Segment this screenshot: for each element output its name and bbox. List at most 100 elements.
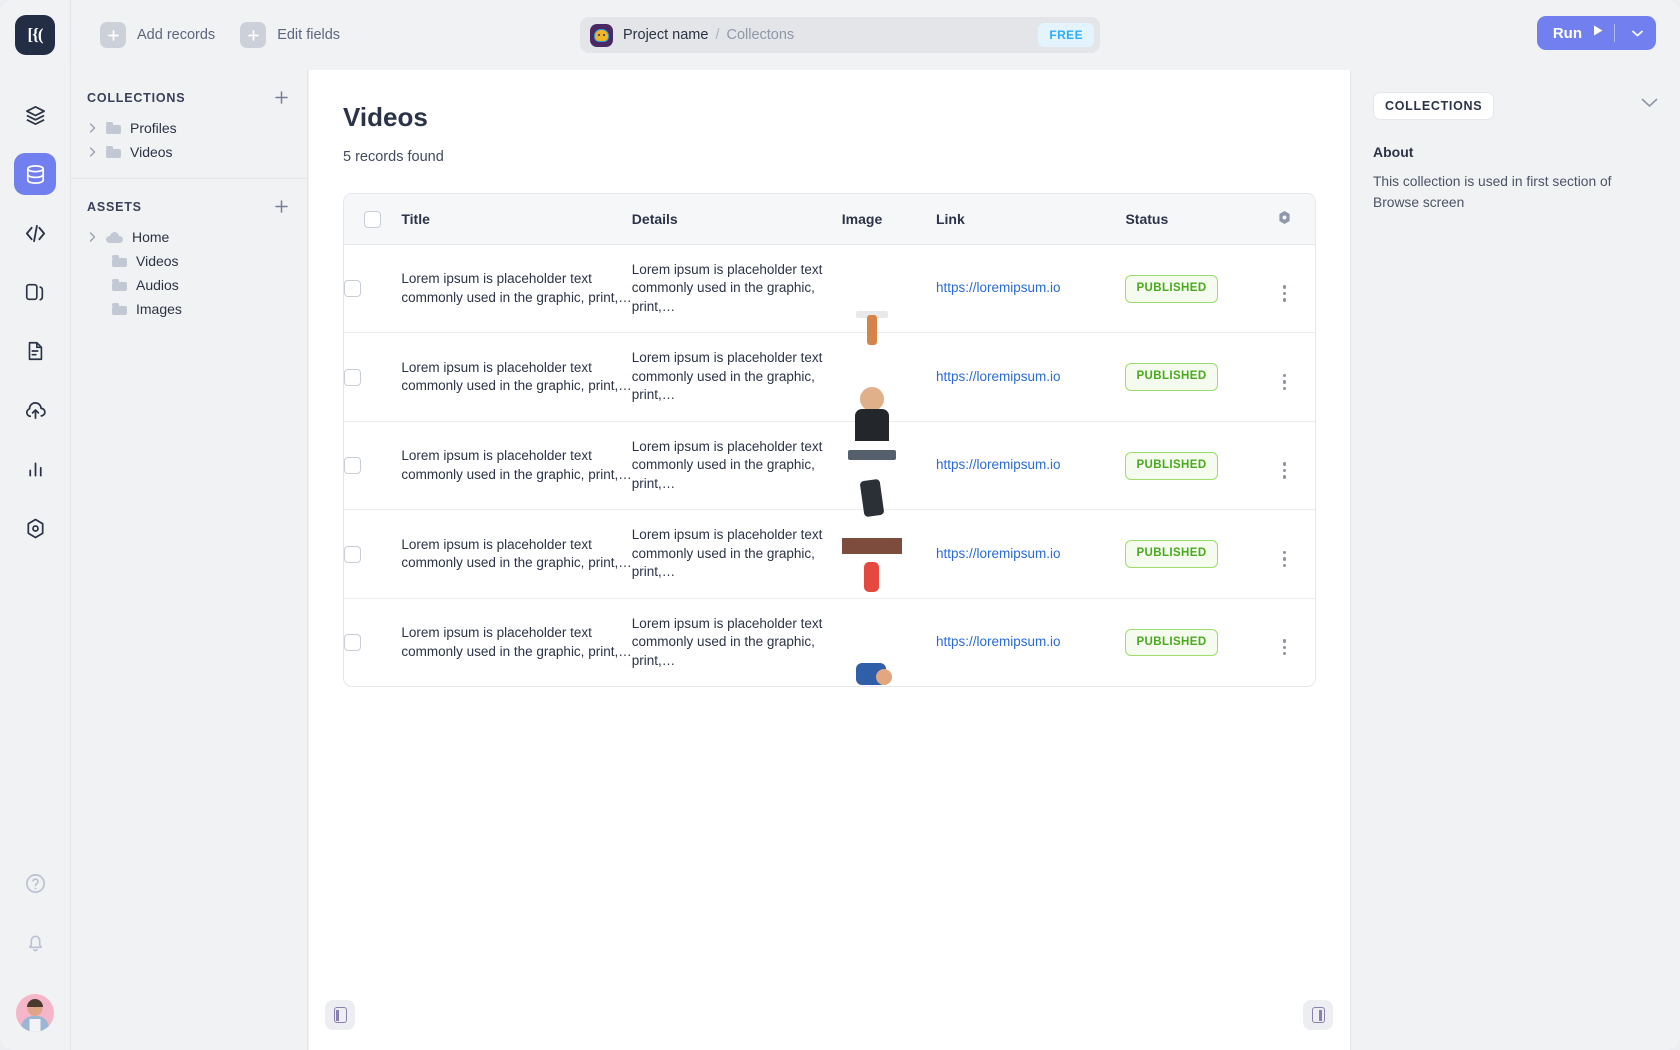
rail-item-cloud-upload-icon[interactable] [14, 389, 56, 431]
row-link[interactable]: https://loremipsum.io [936, 634, 1061, 649]
breadcrumb-project[interactable]: Project name [623, 27, 708, 43]
panel-left-icon [333, 1007, 347, 1023]
sidebar-item-videos[interactable]: Videos [71, 140, 307, 164]
rail-item-database-icon[interactable] [14, 153, 56, 195]
cell-actions [1253, 333, 1315, 422]
row-select-cell [344, 599, 401, 686]
rail-item-layers-icon[interactable] [14, 94, 56, 136]
cell-title: Lorem ipsum is placeholder text commonly… [401, 510, 632, 599]
app-logo[interactable]: [{( [0, 0, 70, 70]
settings-hex-icon[interactable] [1276, 209, 1293, 226]
sidebar-panel: COLLECTIONS Profiles Videos ASSETS Home … [70, 70, 308, 1050]
row-menu-kebab-icon[interactable] [1282, 285, 1286, 302]
row-menu-kebab-icon[interactable] [1282, 639, 1286, 656]
chevron-right-icon[interactable] [87, 147, 97, 157]
edit-fields-label: Edit fields [277, 27, 341, 43]
toggle-left-panel-button[interactable] [325, 1000, 355, 1030]
table-row[interactable]: Lorem ipsum is placeholder text commonly… [344, 599, 1315, 686]
edit-fields-button[interactable]: Edit fields [235, 17, 350, 53]
column-header-title[interactable]: Title [401, 194, 632, 245]
cell-details: Lorem ipsum is placeholder text commonly… [631, 615, 823, 668]
row-link[interactable]: https://loremipsum.io [936, 457, 1061, 472]
rail-item-code-icon[interactable] [14, 212, 56, 254]
row-checkbox[interactable] [344, 634, 361, 652]
row-checkbox[interactable] [344, 457, 361, 475]
user-avatar[interactable] [16, 994, 54, 1032]
column-header-details[interactable]: Details [631, 194, 842, 245]
folder-icon [112, 303, 127, 315]
row-checkbox[interactable] [344, 545, 361, 563]
column-header-image[interactable]: Image [841, 194, 936, 245]
sidebar-item-assets-images[interactable]: Images [71, 297, 307, 321]
row-select-cell [344, 245, 402, 334]
status-badge: PUBLISHED [1125, 451, 1218, 480]
assets-section: ASSETS Home Videos Audios Images [71, 178, 307, 335]
rail-item-bar-chart-icon[interactable] [14, 448, 56, 490]
plus-icon [100, 22, 126, 48]
row-menu-kebab-icon[interactable] [1282, 373, 1286, 391]
inspector-tag[interactable]: COLLECTIONS [1373, 92, 1495, 120]
sidebar-item-assets-videos[interactable]: Videos [71, 249, 307, 273]
status-badge: PUBLISHED [1125, 363, 1218, 392]
cell-status: PUBLISHED [1125, 245, 1254, 334]
cell-details: Lorem ipsum is placeholder text commonly… [631, 245, 842, 334]
cell-image [841, 245, 936, 345]
row-link[interactable]: https://loremipsum.io [936, 546, 1061, 561]
rail-item-document-icon[interactable] [14, 330, 56, 372]
select-all-checkbox[interactable] [364, 210, 381, 228]
row-checkbox[interactable] [344, 280, 361, 298]
cell-details: Lorem ipsum is placeholder text commonly… [631, 333, 842, 422]
status-badge: PUBLISHED [1125, 628, 1218, 657]
cell-actions [1254, 599, 1316, 686]
chevron-right-icon[interactable] [87, 123, 97, 133]
chevron-right-icon[interactable] [87, 232, 97, 242]
plus-icon [240, 22, 267, 48]
rail-item-help-circle-icon[interactable] [14, 862, 56, 904]
add-records-label: Add records [137, 27, 216, 43]
row-link[interactable]: https://loremipsum.io [936, 280, 1061, 295]
inspector-header: COLLECTIONS [1373, 92, 1658, 120]
cell-status: PUBLISHED [1125, 422, 1254, 511]
run-dropdown-chevron-down-icon[interactable] [1625, 30, 1650, 37]
run-button[interactable]: Run [1536, 16, 1656, 50]
column-settings-header [1253, 194, 1315, 245]
sidebar-item-home[interactable]: Home [71, 225, 307, 249]
cell-image [841, 333, 936, 442]
sidebar-item-profiles[interactable]: Profiles [71, 116, 307, 140]
column-header-status[interactable]: Status [1125, 194, 1254, 245]
table-row[interactable]: Lorem ipsum is placeholder text commonly… [344, 422, 1315, 511]
rail-item-settings-hex-icon[interactable] [14, 507, 56, 549]
toolbar-actions: Add records Edit fields [71, 17, 350, 53]
cell-link: https://loremipsum.io [935, 245, 1126, 334]
row-checkbox[interactable] [344, 368, 361, 386]
table-row[interactable]: Lorem ipsum is placeholder text commonly… [344, 245, 1315, 345]
add-asset-plus-icon[interactable] [274, 199, 289, 214]
cell-status: PUBLISHED [1125, 510, 1254, 599]
sidebar-item-label: Videos [136, 253, 179, 269]
row-select-cell [344, 333, 402, 422]
sidebar-item-assets-audios[interactable]: Audios [71, 273, 307, 297]
table-row[interactable]: Lorem ipsum is placeholder text commonly… [344, 333, 1315, 442]
rail-item-bell-icon[interactable] [14, 921, 56, 963]
cell-link: https://loremipsum.io [935, 333, 1126, 422]
about-text: This collection is used in first section… [1373, 174, 1612, 210]
row-menu-kebab-icon[interactable] [1282, 462, 1286, 479]
row-select-cell [344, 510, 402, 599]
folder-icon [106, 146, 121, 158]
rail-item-copy-icon[interactable] [14, 271, 56, 313]
breadcrumb[interactable]: Project name / Collectons FREE [580, 17, 1100, 53]
cell-actions [1253, 245, 1315, 334]
breadcrumb-section[interactable]: Collectons [726, 27, 794, 43]
row-menu-kebab-icon[interactable] [1282, 550, 1286, 567]
collapse-chevron-down-icon[interactable] [1641, 92, 1658, 113]
add-records-button[interactable]: Add records [95, 17, 225, 53]
cell-image [841, 510, 936, 599]
collections-header: COLLECTIONS [71, 90, 307, 105]
table-row[interactable]: Lorem ipsum is placeholder text commonly… [344, 510, 1315, 599]
row-link[interactable]: https://loremipsum.io [936, 369, 1061, 384]
toggle-right-panel-button[interactable] [1303, 1000, 1333, 1030]
column-header-link[interactable]: Link [935, 194, 1126, 245]
add-collection-plus-icon[interactable] [274, 90, 289, 105]
run-label: Run [1552, 24, 1582, 42]
cell-title: Lorem ipsum is placeholder text commonly… [401, 422, 632, 511]
